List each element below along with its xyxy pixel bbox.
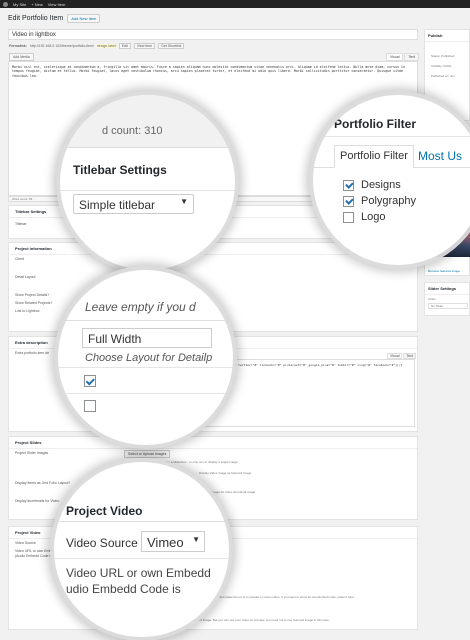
video-source-value: Vimeo [147, 535, 184, 550]
adminbar-item-site[interactable]: My Site [13, 2, 26, 7]
filter-item-designs[interactable]: Designs [343, 179, 401, 191]
publish-visibility: Visibility: Public [431, 64, 452, 68]
video-source-label: Video Source [15, 541, 36, 545]
logo-checkbox[interactable] [343, 211, 354, 223]
zoom-video-url-line2: udio Embedd Code is [66, 582, 181, 596]
titlebar-select-value: Simple titlebar [79, 198, 156, 212]
polygraphy-label: Polygraphy [361, 195, 417, 207]
wordpress-logo-icon[interactable] [3, 1, 8, 7]
permalink-url[interactable]: http://192.168.0.102/theme/portfolio-ite… [30, 44, 94, 48]
zoom-detail-layout-help: Choose Layout for Detailp [85, 352, 213, 364]
show-related-projects-checkbox[interactable] [84, 400, 96, 412]
video-thumbnails-label: Display thumbnails for Video [15, 499, 60, 503]
zoom-project-video-title: Project Video [66, 504, 143, 518]
zoom-circle-project-video: Project Video Video Source Vimeo ▼ Video… [54, 462, 229, 637]
shortlink-button[interactable]: Get Shortlink [158, 43, 185, 49]
detail-layout-label: Detail Layout [15, 275, 36, 279]
filter-item-logo[interactable]: Logo [343, 211, 385, 223]
zoom-titlebar-title: Titlebar Settings [73, 163, 167, 177]
publish-title: Publish [425, 30, 469, 42]
page-title: Edit Portfolio Item [8, 15, 64, 22]
zoom-circle-portfolio-filter: Portfolio Filter Portfolio Filter Most U… [313, 95, 470, 265]
word-count: Word count: 56 [12, 197, 33, 201]
designs-checkbox[interactable] [343, 179, 354, 191]
client-label: Client [15, 257, 24, 261]
designs-label: Designs [361, 179, 401, 191]
slider-order-label: Order [428, 297, 436, 301]
zoom-circle-titlebar: d count: 310 Titlebar Settings Simple ti… [60, 95, 235, 270]
slider-settings-title: Slider Settings [425, 283, 469, 295]
zoom-video-source-label: Video Source [66, 536, 138, 550]
zoom-client-hint: Leave empty if you d [85, 300, 196, 314]
adminbar-item-new[interactable]: + New [31, 2, 42, 7]
admin-bar: My Site + New View Item [0, 0, 470, 8]
chevron-down-icon: ▼ [192, 535, 200, 544]
select-upload-images-button[interactable]: Select or Upload Images [124, 450, 171, 458]
logo-label: Logo [361, 211, 386, 223]
zoom-video-url-line1: Video URL or own Embedd [66, 566, 211, 580]
tab-text[interactable]: Text [404, 53, 419, 61]
permalink-label: Permalink: [9, 44, 27, 48]
video-url-help: Just paste the url of a youtube or vimeo… [219, 595, 355, 599]
add-new-button[interactable]: Add New Item [67, 14, 101, 23]
zoom-portfolio-filter-title: Portfolio Filter [334, 117, 416, 131]
permalink-slug[interactable]: design-label [96, 44, 116, 48]
zoom-word-count: d count: 310 [102, 125, 163, 137]
chevron-down-icon: ▼ [180, 197, 188, 206]
slider-settings-box: Slider Settings Order No Slider [424, 282, 470, 316]
publish-status: Status: Published [431, 54, 455, 58]
zoom-tab-most-used[interactable]: Most Us [418, 149, 462, 163]
view-item-button[interactable]: View Item [133, 43, 156, 49]
slider-images-label: Project Slider Images [15, 451, 49, 455]
post-title-input[interactable]: Video in lightbox [8, 29, 418, 40]
adminbar-item-view[interactable]: View Item [48, 2, 66, 7]
zoom-tab-portfolio-filter[interactable]: Portfolio Filter [334, 145, 414, 168]
edit-permalink-button[interactable]: Edit [118, 43, 131, 49]
video-source-select[interactable]: Vimeo ▼ [141, 531, 205, 552]
filter-item-polygraphy[interactable]: Polygraphy [343, 195, 416, 207]
zoom-circle-project-info: Leave empty if you d Full Width Choose L… [58, 270, 233, 445]
tab-visual[interactable]: Visual [386, 53, 404, 61]
permalink-row: Permalink: http://192.168.0.102/theme/po… [9, 43, 185, 49]
publish-date: Published on: Jun [431, 74, 455, 78]
link-to-lightbox-label: Link to Lightbox [15, 309, 40, 313]
show-project-details-checkbox[interactable] [84, 375, 96, 387]
remove-featured-image-link[interactable]: Remove featured image [428, 269, 460, 273]
zoom-detail-layout-select[interactable]: Full Width [82, 328, 212, 348]
titlebar-select[interactable]: Simple titlebar ▼ [73, 194, 194, 214]
titlebar-label: Titlebar [15, 222, 27, 226]
extra-description-label: Extra portfolio item de [15, 351, 50, 355]
project-slides-title: Project Slides [9, 437, 417, 449]
slider-order-select[interactable]: No Slider [428, 303, 468, 309]
add-media-button[interactable]: Add Media [9, 53, 34, 61]
show-related-projects-label: Show Related Projects? [15, 301, 53, 305]
polygraphy-checkbox[interactable] [343, 195, 354, 207]
show-project-details-label: Show Project Details? [15, 293, 50, 297]
page-title-row: Edit Portfolio Item Add New Item [8, 14, 101, 23]
editor-tabs: Visual Text [386, 53, 419, 61]
